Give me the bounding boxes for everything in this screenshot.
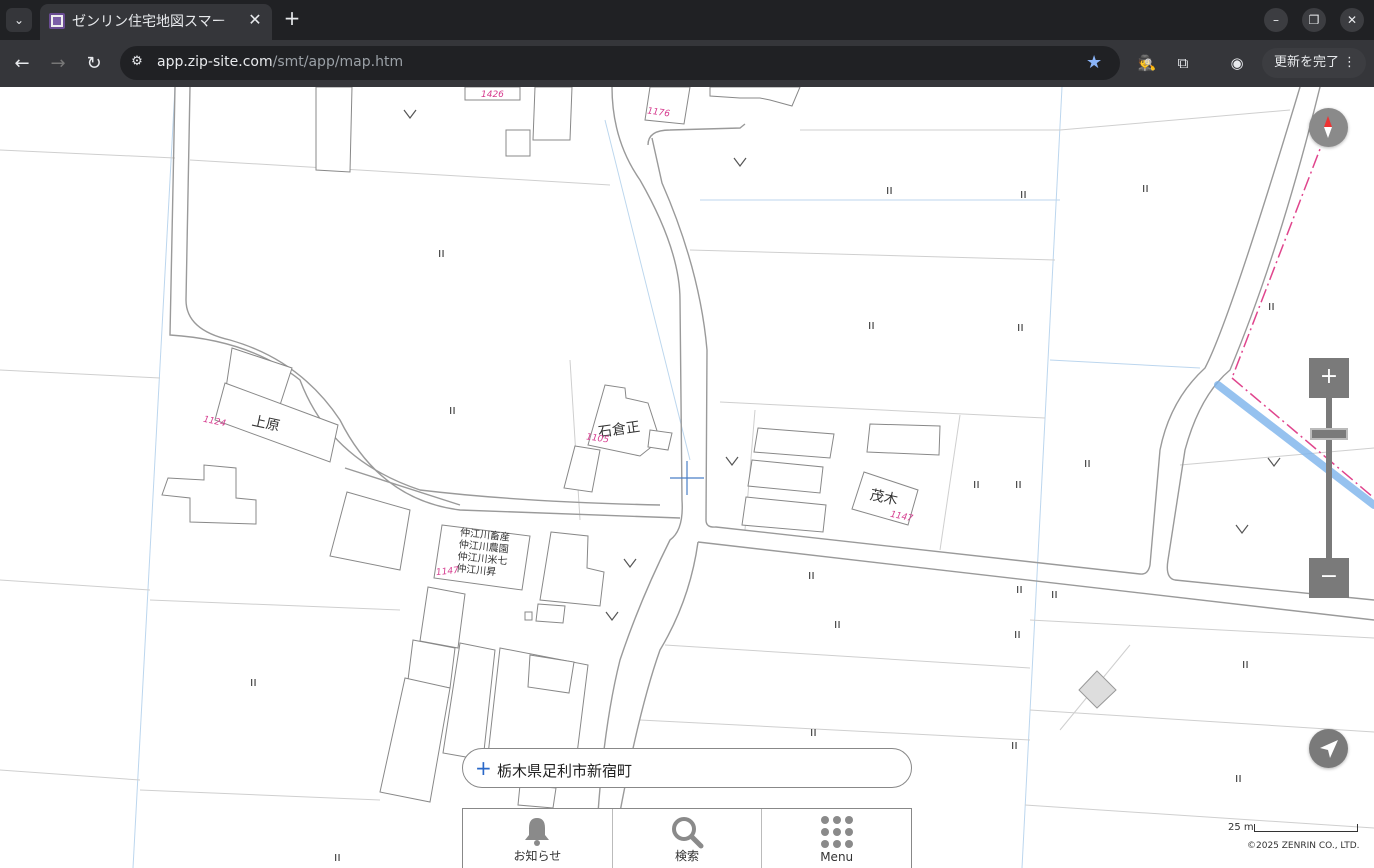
field-mark: ıı xyxy=(1084,456,1091,470)
label-nakaegawa-group: 仲江川畜産 仲江川農園 仲江川米七 仲江川昇 xyxy=(456,528,511,581)
copyright: ©2025 ZENRIN CO., LTD. xyxy=(1247,841,1360,851)
notice-button[interactable]: お知らせ xyxy=(463,809,613,868)
zoom-slider-thumb[interactable] xyxy=(1310,428,1348,440)
plus-icon[interactable]: + xyxy=(475,757,492,779)
zoom-in-button[interactable]: + xyxy=(1309,358,1349,398)
search-label: 検索 xyxy=(675,849,700,863)
browser-tabbar: ⌄ ゼンリン住宅地図スマー ✕ + – ❐ ✕ xyxy=(0,0,1374,40)
browser-tab[interactable]: ゼンリン住宅地図スマー ✕ xyxy=(40,4,272,40)
new-tab-button[interactable]: + xyxy=(280,6,304,30)
reload-button[interactable]: ↻ xyxy=(81,51,107,77)
compass-button[interactable] xyxy=(1309,108,1348,147)
close-window-button[interactable]: ✕ xyxy=(1340,8,1364,32)
grid-menu-icon xyxy=(820,816,853,848)
forward-button[interactable]: → xyxy=(45,51,71,77)
field-mark: ıı xyxy=(886,183,893,197)
field-mark: ıı xyxy=(868,318,875,332)
browser-toolbar: ← → ↻ ⚙ app.zip-site.com/smt/app/map.htm… xyxy=(0,40,1374,87)
lot-number: 1426 xyxy=(481,90,504,100)
kebab-menu-icon[interactable]: ⋮ xyxy=(1343,48,1356,78)
extension-spy-icon[interactable]: 🕵 xyxy=(1136,52,1158,74)
field-mark: ıı xyxy=(250,675,257,689)
field-mark: ıı xyxy=(1014,627,1021,641)
scale-label: 25 m xyxy=(1228,822,1254,833)
compass-north-icon xyxy=(1324,116,1332,127)
back-button[interactable]: ← xyxy=(9,51,35,77)
field-mark: ıı xyxy=(1011,738,1018,752)
update-button-label: 更新を完了 xyxy=(1274,55,1340,70)
notice-label: お知らせ xyxy=(513,849,562,863)
field-mark: ıı xyxy=(334,850,341,864)
field-mark: ıı xyxy=(834,617,841,631)
field-mark: ıı xyxy=(1242,657,1249,671)
field-mark: ıı xyxy=(449,403,456,417)
zenrin-favicon-icon xyxy=(49,13,65,29)
field-mark: ıı xyxy=(1235,771,1242,785)
tab-search-button[interactable]: ⌄ xyxy=(6,8,32,32)
search-icon xyxy=(672,817,704,849)
url-text[interactable]: app.zip-site.com/smt/app/map.htm xyxy=(157,54,403,70)
field-mark: ıı xyxy=(1268,299,1275,313)
field-mark: ıı xyxy=(1020,187,1027,201)
field-mark: ıı xyxy=(1051,587,1058,601)
update-button[interactable]: 更新を完了 ⋮ xyxy=(1262,48,1366,78)
restore-button[interactable]: ❐ xyxy=(1302,8,1326,32)
bell-icon xyxy=(525,818,550,846)
field-mark: ıı xyxy=(973,477,980,491)
field-mark: ıı xyxy=(808,568,815,582)
current-location-button[interactable] xyxy=(1309,729,1348,768)
zoom-slider-track[interactable] xyxy=(1326,398,1332,558)
field-mark: ıı xyxy=(1015,477,1022,491)
address-bar[interactable]: ⚙ app.zip-site.com/smt/app/map.htm ★ xyxy=(120,46,1120,80)
close-tab-icon[interactable]: ✕ xyxy=(246,11,264,29)
compass-south-icon xyxy=(1324,127,1332,138)
navigation-arrow-icon xyxy=(1320,740,1338,758)
field-mark: ıı xyxy=(1016,582,1023,596)
field-mark: ıı xyxy=(438,246,445,260)
tab-title: ゼンリン住宅地図スマー xyxy=(72,14,226,30)
scale-bar xyxy=(1254,824,1358,832)
profile-icon[interactable]: ◉ xyxy=(1226,52,1248,74)
menu-button[interactable]: Menu xyxy=(762,809,911,868)
search-button[interactable]: 検索 xyxy=(613,809,763,868)
address-display[interactable]: + 栃木県足利市新宿町 xyxy=(462,748,912,788)
field-mark: ıı xyxy=(1017,320,1024,334)
menu-label: Menu xyxy=(820,850,854,864)
zoom-out-button[interactable]: − xyxy=(1309,558,1349,598)
address-text: 栃木県足利市新宿町 xyxy=(497,762,633,780)
bottom-menu: お知らせ 検索 Menu xyxy=(462,808,912,868)
field-mark: ıı xyxy=(810,725,817,739)
url-host: app.zip-site.com xyxy=(157,54,273,70)
site-info-icon[interactable]: ⚙ xyxy=(128,54,146,72)
extensions-puzzle-icon[interactable]: ⧉ xyxy=(1172,52,1194,74)
field-mark: ıı xyxy=(1142,181,1149,195)
bookmark-star-icon[interactable]: ★ xyxy=(1086,52,1102,73)
minimize-button[interactable]: – xyxy=(1264,8,1288,32)
url-path: /smt/app/map.htm xyxy=(272,54,404,70)
